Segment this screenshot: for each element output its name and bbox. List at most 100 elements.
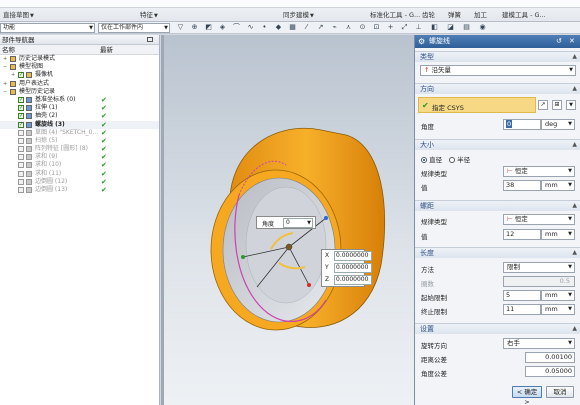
- expand-icon[interactable]: +: [3, 55, 7, 63]
- angle-input-box[interactable]: 角度 0 ▼: [256, 216, 316, 229]
- close-icon[interactable]: ✕: [569, 35, 575, 48]
- visibility-checkbox[interactable]: ✓: [18, 113, 24, 120]
- midpoint-icon[interactable]: ⋏: [344, 23, 353, 32]
- pitch-value-field[interactable]: 12: [503, 229, 541, 240]
- visibility-checkbox[interactable]: [18, 178, 24, 185]
- tree-row[interactable]: 求和 (10) ✔: [0, 161, 159, 169]
- filter-icon[interactable]: ▽: [176, 23, 185, 32]
- csys-dialog-icon[interactable]: ↗: [538, 100, 548, 110]
- crosshair-icon[interactable]: +: [386, 23, 395, 32]
- column-latest[interactable]: 最新: [100, 45, 113, 55]
- tree-row[interactable]: ✓ 抽壳 (2) ✔: [0, 112, 159, 120]
- center-icon[interactable]: ⊙: [358, 23, 367, 32]
- visibility-checkbox[interactable]: [18, 162, 24, 169]
- visibility-checkbox[interactable]: [18, 154, 24, 161]
- tree-row[interactable]: 草图 (4) "SKETCH_0... ✔: [0, 129, 159, 137]
- size-value-field[interactable]: 38: [503, 180, 541, 191]
- body-icon[interactable]: ◈: [218, 23, 227, 32]
- view-icon[interactable]: ◪: [446, 23, 455, 32]
- curve-icon[interactable]: ∿: [246, 23, 255, 32]
- expand-icon[interactable]: −: [3, 88, 7, 96]
- coord-y-field[interactable]: 0.0000000: [334, 263, 372, 273]
- grid-icon[interactable]: ▦: [288, 23, 297, 32]
- expand-icon[interactable]: +: [3, 80, 7, 88]
- tree-row[interactable]: 扫掠 (5) ✔: [0, 137, 159, 145]
- tree-row[interactable]: 边倒圆 (13) ✔: [0, 186, 159, 194]
- face-icon[interactable]: ◩: [204, 23, 213, 32]
- snap-icon[interactable]: ◆: [274, 23, 283, 32]
- point-icon[interactable]: •: [260, 23, 269, 32]
- expand-icon[interactable]: +: [11, 71, 15, 79]
- start-limit-field[interactable]: 5: [503, 290, 541, 301]
- section-type[interactable]: 类型 ▲: [415, 51, 580, 62]
- ribbon-group-modeling-tools[interactable]: 建模工具 - G...: [502, 9, 546, 21]
- cube-icon[interactable]: ◧: [430, 23, 439, 32]
- tree-row[interactable]: 阵列特征 [圆形] (8) ✔: [0, 145, 159, 153]
- ribbon-group-sketch[interactable]: 直接草图▼: [3, 9, 34, 21]
- angle-value-field[interactable]: 0 ▼: [283, 218, 313, 228]
- line-icon[interactable]: ⁄: [302, 23, 311, 32]
- tree-row[interactable]: + ✓ 摄像机: [0, 71, 159, 79]
- quadrant-icon[interactable]: ⊡: [372, 23, 381, 32]
- tree-row[interactable]: ✓ 螺旋线 (3) ✔: [0, 120, 159, 129]
- specify-csys-row[interactable]: ✔ 指定 CSYS: [418, 97, 536, 113]
- pitch-unit-select[interactable]: mm ▼: [541, 229, 575, 240]
- ribbon-group-feature[interactable]: 特征▼: [140, 9, 158, 21]
- coord-x-field[interactable]: 0.0000000: [334, 251, 372, 261]
- column-name[interactable]: 名称: [2, 45, 15, 55]
- tangent-icon[interactable]: ⌁: [330, 23, 339, 32]
- tree-row[interactable]: 求和 (9) ✔: [0, 153, 159, 161]
- method-select[interactable]: 限制 ▼: [503, 262, 575, 273]
- section-size[interactable]: 大小 ▲: [415, 139, 580, 150]
- graphics-viewport[interactable]: 角度 0 ▼ X 0.0000000 Y 0.0000000 Z 0.0000000: [161, 35, 414, 405]
- cancel-button[interactable]: 取消: [546, 386, 574, 398]
- radio-radius[interactable]: 半径: [449, 154, 470, 164]
- visibility-checkbox[interactable]: ✓: [18, 121, 24, 128]
- visibility-checkbox[interactable]: [18, 187, 24, 193]
- reset-icon[interactable]: ↺: [556, 35, 562, 48]
- arc-icon[interactable]: ↗: [316, 23, 325, 32]
- end-limit-field[interactable]: 11: [503, 304, 541, 315]
- tree-row[interactable]: − 模型历史记录: [0, 88, 159, 96]
- angle-tolerance-field[interactable]: 0.05000: [525, 366, 575, 377]
- expand-icon[interactable]: −: [3, 63, 7, 71]
- tree-row[interactable]: ✓ 基准坐标系 (0) ✔: [0, 96, 159, 104]
- chevron-down-icon[interactable]: ▼: [566, 100, 576, 110]
- tree-row[interactable]: + 历史记录模式: [0, 55, 159, 63]
- visibility-checkbox[interactable]: ✓: [18, 96, 24, 103]
- pitch-law-select[interactable]: ⊢ 恒定 ▼: [503, 214, 575, 225]
- tree-row[interactable]: 边倒圆 (12) ✔: [0, 178, 159, 186]
- tree-row[interactable]: 求和 (11) ✔: [0, 170, 159, 178]
- render-icon[interactable]: ◉: [478, 23, 487, 32]
- ribbon-group-machining[interactable]: 加工: [474, 9, 487, 21]
- tree-row[interactable]: − 模型视图: [0, 63, 159, 71]
- ribbon-group-sync[interactable]: 同步建模▼: [283, 9, 314, 21]
- type-select[interactable]: ↑ 沿矢量 ▼: [420, 65, 576, 76]
- maximize-icon[interactable]: [147, 37, 153, 42]
- visibility-checkbox[interactable]: [18, 146, 24, 153]
- layer-icon[interactable]: ▤: [462, 23, 471, 32]
- perpendicular-icon[interactable]: ⊥: [414, 23, 423, 32]
- coord-z-field[interactable]: 0.0000000: [334, 275, 372, 285]
- type-filter-combo[interactable]: 功能 ▼: [0, 23, 95, 33]
- intersection-icon[interactable]: ⤢: [400, 23, 409, 32]
- tree-row[interactable]: + 用户表达式: [0, 80, 159, 88]
- ribbon-group-std-tools[interactable]: 标准化工具 - G...: [370, 9, 420, 21]
- angle-field[interactable]: 0: [503, 119, 541, 130]
- size-unit-select[interactable]: mm ▼: [541, 180, 575, 191]
- ok-button[interactable]: < 确定 >: [512, 386, 542, 405]
- section-length[interactable]: 长度 ▲: [415, 247, 580, 258]
- visibility-checkbox[interactable]: ✓: [18, 105, 24, 112]
- select-all-icon[interactable]: ⊕: [190, 23, 199, 32]
- rotation-select[interactable]: 右手 ▼: [503, 338, 575, 349]
- distance-tolerance-field[interactable]: 0.00100: [525, 352, 575, 363]
- visibility-checkbox[interactable]: [18, 170, 24, 177]
- section-direction[interactable]: 方向 ▲: [415, 83, 580, 94]
- csys-type-icon[interactable]: ⊞: [552, 100, 562, 110]
- radio-diameter[interactable]: 直径: [421, 154, 442, 164]
- ribbon-group-spring[interactable]: 弹簧: [448, 9, 461, 21]
- edge-icon[interactable]: ⌒: [232, 23, 241, 32]
- visibility-checkbox[interactable]: [18, 137, 24, 144]
- visibility-checkbox[interactable]: [18, 129, 24, 136]
- start-unit-select[interactable]: mm ▼: [541, 290, 575, 301]
